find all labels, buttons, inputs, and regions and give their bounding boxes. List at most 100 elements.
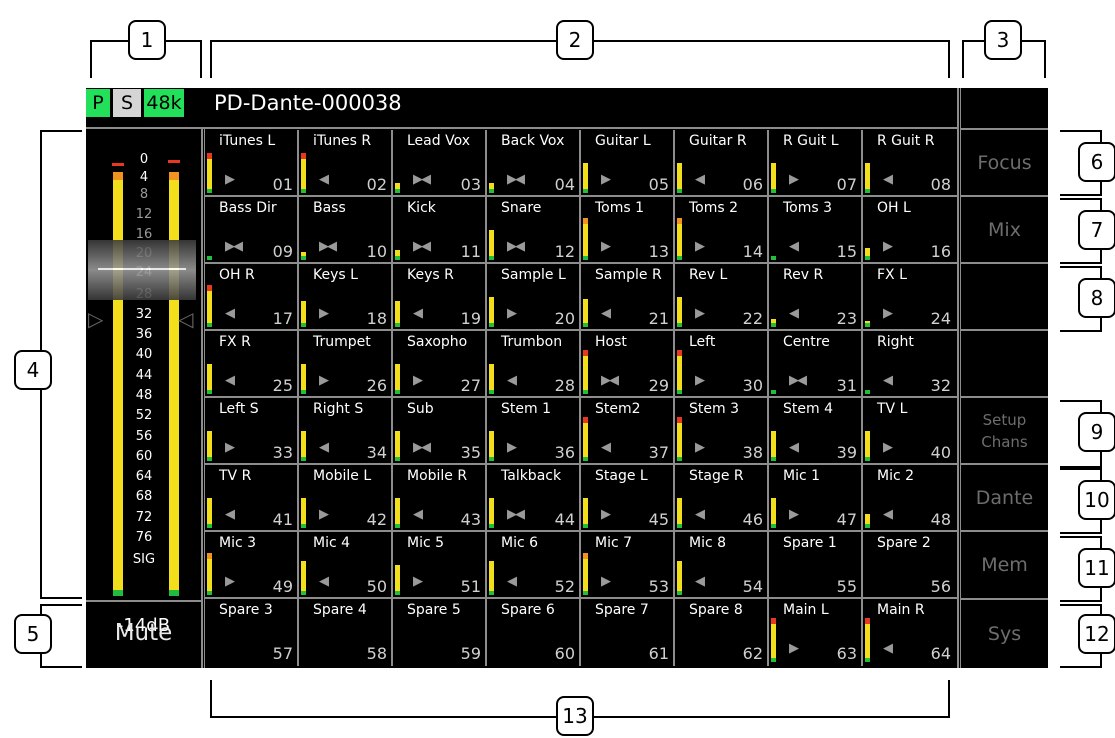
channel-signal-indicator [771,658,776,662]
focus-button[interactable]: Focus [961,130,1048,195]
channel-cell[interactable]: Host ▶︎◀︎ 29 [581,331,672,396]
channel-cell[interactable]: Bass Dir ▶︎◀︎ 09 [205,197,296,262]
channel-cell[interactable]: Toms 2 ▶︎ 14 [675,197,766,262]
blank-softkey-8[interactable] [961,264,1048,329]
channel-signal-indicator [771,323,776,327]
channel-cell[interactable]: Centre ▶︎◀︎ 31 [769,331,860,396]
channel-cell[interactable]: OH L ▶︎ 16 [863,197,954,262]
channel-signal-indicator [583,189,588,193]
softkey-divider-line [961,262,1048,264]
channel-number: 49 [272,577,293,596]
channel-cell[interactable]: Right ◀︎ 32 [863,331,954,396]
channel-cell[interactable]: Toms 3 ◀︎ 15 [769,197,860,262]
channel-cell[interactable]: FX L ▶︎ 24 [863,264,954,329]
channel-cell[interactable]: Stem 3 ▶︎ 38 [675,398,766,463]
channel-cell[interactable]: Guitar R ◀︎ 06 [675,130,766,195]
channel-cell[interactable]: Left S ▶︎ 33 [205,398,296,463]
channel-cell[interactable]: Saxopho ▶︎ 27 [393,331,484,396]
master-meter-panel[interactable]: 0481216202428323640444852566064687276SIG… [86,130,201,636]
channel-signal-indicator [489,323,494,327]
channel-cell[interactable]: Spare 5 59 [393,599,484,664]
channel-cell[interactable]: Mic 1 ▶︎ 47 [769,465,860,530]
channel-number: 52 [554,577,575,596]
channel-cell[interactable]: Stem 4 ◀︎ 39 [769,398,860,463]
channel-cell[interactable]: R Guit L ▶︎ 07 [769,130,860,195]
channel-level-meter [207,559,212,595]
channel-level-meter [677,356,682,394]
channel-cell[interactable]: Keys R ◀︎ 19 [393,264,484,329]
channel-cell[interactable]: Back Vox ▶︎◀︎ 04 [487,130,578,195]
channel-cell[interactable]: Stem2 ◀︎ 37 [581,398,672,463]
channel-cell[interactable]: iTunes L ▶︎ 01 [205,130,296,195]
channel-cell[interactable]: Spare 2 56 [863,532,954,597]
channel-cell[interactable]: Spare 8 62 [675,599,766,664]
channel-cell[interactable]: Mic 2 ◀︎ 48 [863,465,954,530]
channel-cell[interactable]: Sub ▶︎◀︎ 35 [393,398,484,463]
channel-level-meter [207,159,212,193]
channel-cell[interactable]: Spare 4 58 [299,599,390,664]
channel-cell[interactable]: Main R ◀︎ 64 [863,599,954,664]
channel-signal-indicator [301,457,306,461]
channel-cell[interactable]: Stem 1 ▶︎ 36 [487,398,578,463]
mem-button[interactable]: Mem [961,532,1048,598]
channel-signal-indicator [865,189,870,193]
channel-cell[interactable]: Rev L ▶︎ 22 [675,264,766,329]
channel-cell[interactable]: Stage L ▶︎ 45 [581,465,672,530]
meter-scale-label: 60 [135,448,153,464]
channel-cell[interactable]: Stage R ◀︎ 46 [675,465,766,530]
channel-name: Stem 3 [689,401,739,417]
channel-cell[interactable]: Snare ▶︎◀︎ 12 [487,197,578,262]
channel-cell[interactable]: TV R ◀︎ 41 [205,465,296,530]
right-meter-signal [169,590,179,596]
channel-cell[interactable]: iTunes R ◀︎ 02 [299,130,390,195]
channel-cell[interactable]: Trumbon ◀︎ 28 [487,331,578,396]
channel-cell[interactable]: Mic 6 ◀︎ 52 [487,532,578,597]
channel-name: Mobile L [313,468,372,484]
channel-row-divider [205,195,957,197]
dante-button[interactable]: Dante [961,465,1048,530]
channel-cell[interactable]: Mobile L ▶︎ 42 [299,465,390,530]
channel-cell[interactable]: Rev R ◀︎ 23 [769,264,860,329]
meter-scale-label: 12 [135,207,153,223]
channel-cell[interactable]: OH R ◀︎ 17 [205,264,296,329]
sys-button[interactable]: Sys [961,600,1048,668]
channel-cell[interactable]: Mic 8 ◀︎ 54 [675,532,766,597]
channel-cell[interactable]: Kick ▶︎◀︎ 11 [393,197,484,262]
speaker-icon: ▶︎ [601,172,611,187]
fader-cap[interactable] [88,240,196,300]
channel-cell[interactable]: Sample R ◀︎ 21 [581,264,672,329]
channel-cell[interactable]: Mic 7 ▶︎ 53 [581,532,672,597]
channel-name: Mic 2 [877,468,915,484]
channel-cell[interactable]: Spare 7 61 [581,599,672,664]
channel-cell[interactable]: Mic 4 ◀︎ 50 [299,532,390,597]
channel-cell[interactable]: Bass ▶︎◀︎ 10 [299,197,390,262]
speaker-icon: ▶︎◀︎ [413,239,431,254]
channel-cell[interactable]: Lead Vox ▶︎◀︎ 03 [393,130,484,195]
channel-cell[interactable]: Left ▶︎ 30 [675,331,766,396]
channel-cell[interactable]: Guitar L ▶︎ 05 [581,130,672,195]
channel-number: 26 [366,376,387,395]
blank-softkey[interactable] [961,331,1048,396]
mute-button[interactable]: Mute [86,600,201,666]
mix-button[interactable]: Mix [961,197,1048,262]
channel-cell[interactable]: Spare 6 60 [487,599,578,664]
channel-cell[interactable]: Sample L ▶︎ 20 [487,264,578,329]
channel-cell[interactable]: TV L ▶︎ 40 [863,398,954,463]
channel-cell[interactable]: Keys L ▶︎ 18 [299,264,390,329]
channel-level-meter [583,356,588,394]
channel-cell[interactable]: Mic 3 ▶︎ 49 [205,532,296,597]
channel-number: 43 [460,510,481,529]
channel-cell[interactable]: Mic 5 ▶︎ 51 [393,532,484,597]
setup-chans-button[interactable]: Setup Chans [961,398,1048,463]
channel-cell[interactable]: R Guit R ◀︎ 08 [863,130,954,195]
channel-cell[interactable]: FX R ◀︎ 25 [205,331,296,396]
channel-cell[interactable]: Talkback ▶︎◀︎ 44 [487,465,578,530]
channel-cell[interactable]: Spare 3 57 [205,599,296,664]
channel-cell[interactable]: Trumpet ▶︎ 26 [299,331,390,396]
header-divider [86,127,958,129]
channel-cell[interactable]: Right S ◀︎ 34 [299,398,390,463]
channel-cell[interactable]: Mobile R ◀︎ 43 [393,465,484,530]
channel-cell[interactable]: Spare 1 55 [769,532,860,597]
channel-cell[interactable]: Main L ▶︎ 63 [769,599,860,664]
channel-cell[interactable]: Toms 1 ▶︎ 13 [581,197,672,262]
